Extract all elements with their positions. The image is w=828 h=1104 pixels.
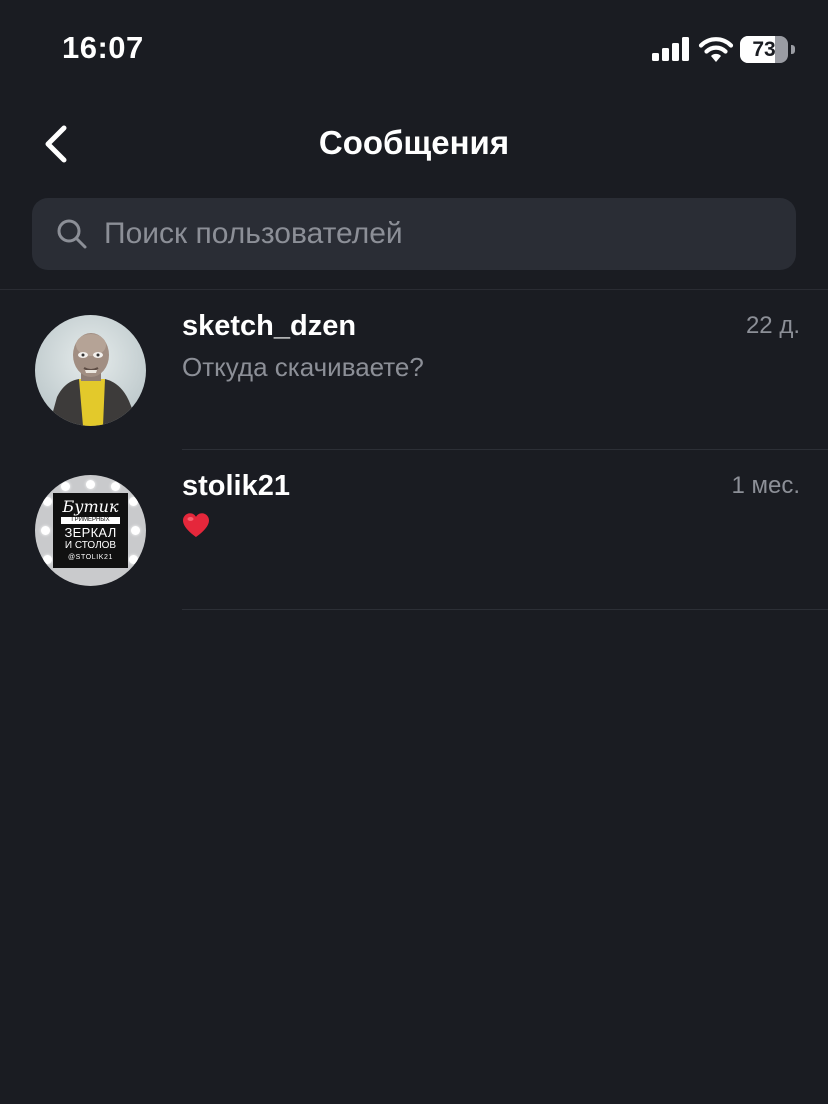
bulb-icon bbox=[41, 526, 50, 535]
signal-icon bbox=[652, 37, 689, 61]
logo-text: ГРИМЁРНЫХ bbox=[61, 517, 120, 524]
logo-text: @STOLIK21 bbox=[67, 554, 114, 561]
conversation-preview: Откуда скачиваете? bbox=[182, 352, 424, 382]
bulb-icon bbox=[131, 526, 140, 535]
bulb-icon bbox=[61, 482, 70, 491]
heart-icon bbox=[183, 513, 209, 537]
logo-text: Бутик bbox=[62, 497, 119, 516]
bulb-icon bbox=[86, 480, 95, 489]
battery-cap bbox=[791, 45, 795, 54]
avatar[interactable]: Бутик ГРИМЁРНЫХ ЗЕРКАЛ И СТОЛОВ @STOLIK2… bbox=[35, 475, 146, 586]
divider bbox=[182, 609, 828, 610]
battery-level: 73 bbox=[752, 38, 776, 61]
battery-icon: 73 bbox=[740, 36, 796, 63]
bulb-icon bbox=[43, 497, 52, 506]
nav-header: Сообщения bbox=[0, 96, 828, 192]
battery-body: 73 bbox=[740, 36, 788, 63]
search-input[interactable] bbox=[104, 198, 774, 270]
illustrated-portrait-avatar bbox=[35, 315, 146, 426]
wifi-icon bbox=[698, 37, 734, 62]
bulb-icon bbox=[43, 555, 52, 564]
conversation-time: 22 д. bbox=[745, 312, 800, 339]
status-time: 16:07 bbox=[62, 30, 144, 65]
conversation-row-sketch-dzen[interactable]: sketch_dzen Откуда скачиваете? 22 д. bbox=[0, 290, 828, 450]
logo-text: И СТОЛОВ bbox=[64, 540, 117, 551]
logo-card: Бутик ГРИМЁРНЫХ ЗЕРКАЛ И СТОЛОВ @STOLIK2… bbox=[53, 493, 128, 568]
message-list: sketch_dzen Откуда скачиваете? 22 д. Бут… bbox=[0, 290, 828, 610]
logo-text: ЗЕРКАЛ bbox=[64, 525, 117, 540]
conversation-username: sketch_dzen bbox=[182, 310, 357, 342]
page-title: Сообщения bbox=[318, 124, 510, 161]
bulb-icon bbox=[111, 482, 120, 491]
conversation-username: stolik21 bbox=[182, 470, 290, 502]
logo-avatar: Бутик ГРИМЁРНЫХ ЗЕРКАЛ И СТОЛОВ @STOLIK2… bbox=[35, 475, 146, 586]
conversation-time: 1 мес. bbox=[731, 472, 800, 499]
avatar[interactable] bbox=[35, 315, 146, 426]
bulb-icon bbox=[129, 497, 138, 506]
search-bar[interactable] bbox=[32, 198, 796, 270]
search-icon bbox=[57, 219, 87, 249]
bulb-icon bbox=[129, 555, 138, 564]
status-bar: 16:07 73 bbox=[0, 0, 828, 96]
conversation-row-stolik21[interactable]: Бутик ГРИМЁРНЫХ ЗЕРКАЛ И СТОЛОВ @STOLIK2… bbox=[0, 450, 828, 610]
